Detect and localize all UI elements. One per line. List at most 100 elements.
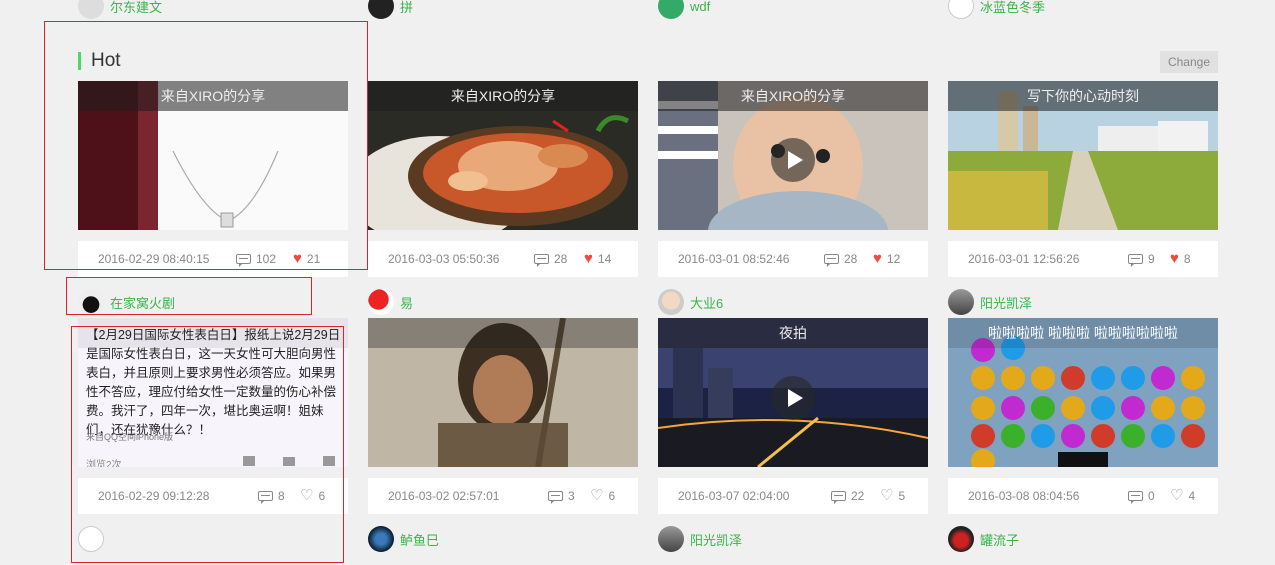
heart-icon[interactable]: ♥ [584,251,593,266]
share-icon [323,456,335,466]
comment-count[interactable]: 8 [258,489,285,504]
change-button[interactable]: Change [1160,51,1218,73]
heart-outline-icon[interactable]: ♡ [880,488,893,503]
post-date: 2016-03-07 02:04:00 [678,489,790,503]
comment-icon [1128,254,1143,267]
user-avatar-icon[interactable] [368,289,394,315]
comment-count[interactable]: 28 [824,252,857,267]
user-row[interactable]: 在家窝火剧 [78,288,175,316]
like-count[interactable]: ♥ 14 [584,251,611,266]
comment-count[interactable]: 9 [1128,252,1155,267]
user-name[interactable]: wdf [690,0,710,14]
card-overlay-title: 啦啦啦啦 啦啦啦 啦啦啦啦啦啦 [948,318,1218,348]
like-count[interactable]: ♥ 21 [293,251,320,266]
comment-icon [283,457,295,466]
user-row[interactable] [78,525,110,553]
like-count[interactable]: ♡ 6 [590,488,615,503]
card-image[interactable]: 写下你的心动时刻 [948,81,1218,230]
comment-count[interactable]: 3 [548,489,575,504]
user-name[interactable]: 冰蓝色冬季 [980,0,1045,16]
heart-icon[interactable]: ♥ [873,251,882,266]
comment-count[interactable]: 102 [236,252,276,267]
user-name[interactable]: 尔东建文 [110,0,162,16]
heart-outline-icon[interactable]: ♡ [300,488,313,503]
text-post-views: 浏览2次 [86,460,122,467]
play-icon[interactable] [771,376,815,420]
like-count[interactable]: ♡ 5 [880,488,905,503]
user-name[interactable]: 鲈鱼巳 [400,530,439,549]
user-name[interactable]: 阳光凯泽 [980,293,1032,312]
broken-image-icon[interactable] [78,526,104,552]
heart-icon[interactable]: ♥ [1170,251,1179,266]
user-row[interactable]: 尔东建文 [78,0,162,20]
card-overlay-title [368,318,638,348]
user-avatar-icon[interactable] [78,0,104,19]
comment-icon [831,491,846,504]
heart-icon[interactable]: ♥ [293,251,302,266]
section-title: Hot [78,50,121,72]
card-image[interactable]: 来自XIRO的分享 [78,81,348,230]
post-date: 2016-03-01 12:56:26 [968,252,1080,266]
user-row[interactable]: 阳光凯泽 [658,525,742,553]
text-post-source: 来自QQ空间iPhone版 [86,432,174,442]
user-row[interactable]: wdf [658,0,710,20]
user-avatar-icon[interactable] [658,0,684,19]
comment-icon [824,254,839,267]
user-row[interactable]: 冰蓝色冬季 [948,0,1045,20]
comment-count[interactable]: 22 [831,489,864,504]
card-image[interactable]: 啦啦啦啦 啦啦啦 啦啦啦啦啦啦 [948,318,1218,467]
user-avatar-icon[interactable] [658,289,684,315]
text-post-image[interactable]: 【2月29日国际女性表白日】报纸上说2月29日是国际女性表白日，这一天女性可大胆… [78,318,348,467]
user-row[interactable]: 阳光凯泽 [948,288,1032,316]
post-date: 2016-03-02 02:57:01 [388,489,500,503]
heart-outline-icon[interactable]: ♡ [590,488,603,503]
user-name[interactable]: 在家窝火剧 [110,293,175,312]
card-overlay-title: 夜拍 [658,318,928,348]
post-date: 2016-02-29 08:40:15 [98,252,210,266]
post-date: 2016-02-29 09:12:28 [98,489,210,503]
user-avatar-icon[interactable] [948,526,974,552]
card-meta: 2016-03-08 08:04:56 0 ♡ 4 [948,478,1218,514]
user-avatar-icon[interactable] [658,526,684,552]
comment-count[interactable]: 0 [1128,489,1155,504]
comment-count[interactable]: 28 [534,252,567,267]
card-meta: 2016-03-03 05:50:36 28 ♥ 14 [368,241,638,277]
card-image[interactable] [368,318,638,467]
broken-image-icon[interactable] [948,0,974,19]
user-avatar-icon[interactable] [368,526,394,552]
card-meta: 2016-03-01 12:56:26 9 ♥ 8 [948,241,1218,277]
user-avatar-icon[interactable] [78,289,104,315]
like-count[interactable]: ♡ 6 [300,488,325,503]
card-image[interactable]: 来自XIRO的分享 [658,81,928,230]
like-count[interactable]: ♥ 12 [873,251,900,266]
card-overlay-title: 写下你的心动时刻 [948,81,1218,111]
like-count[interactable]: ♡ 4 [1170,488,1195,503]
card-overlay-title: 来自XIRO的分享 [658,81,928,111]
post-date: 2016-03-01 08:52:46 [678,252,790,266]
comment-icon [236,254,251,267]
user-row[interactable]: 易 [368,288,413,316]
comment-icon [258,491,273,504]
like-count[interactable]: ♥ 8 [1170,251,1191,266]
card-meta: 2016-03-07 02:04:00 22 ♡ 5 [658,478,928,514]
heart-outline-icon[interactable]: ♡ [1170,488,1183,503]
user-avatar-icon[interactable] [368,0,394,19]
user-avatar-icon[interactable] [948,289,974,315]
play-icon[interactable] [771,138,815,182]
user-name[interactable]: 拼 [400,0,413,16]
user-row[interactable]: 拼 [368,0,413,20]
user-name[interactable]: 易 [400,293,413,312]
user-row[interactable]: 鲈鱼巳 [368,525,439,553]
user-name[interactable]: 大业6 [690,293,723,312]
card-meta: 2016-02-29 09:12:28 8 ♡ 6 [78,478,348,514]
user-name[interactable]: 阳光凯泽 [690,530,742,549]
comment-icon [534,254,549,267]
card-image[interactable]: 来自XIRO的分享 [368,81,638,230]
user-name[interactable]: 罐流子 [980,530,1019,549]
card-meta: 2016-03-02 02:57:01 3 ♡ 6 [368,478,638,514]
post-date: 2016-03-03 05:50:36 [388,252,500,266]
user-row[interactable]: 大业6 [658,288,723,316]
user-row[interactable]: 罐流子 [948,525,1019,553]
post-date: 2016-03-08 08:04:56 [968,489,1080,503]
card-image[interactable]: 夜拍 [658,318,928,467]
